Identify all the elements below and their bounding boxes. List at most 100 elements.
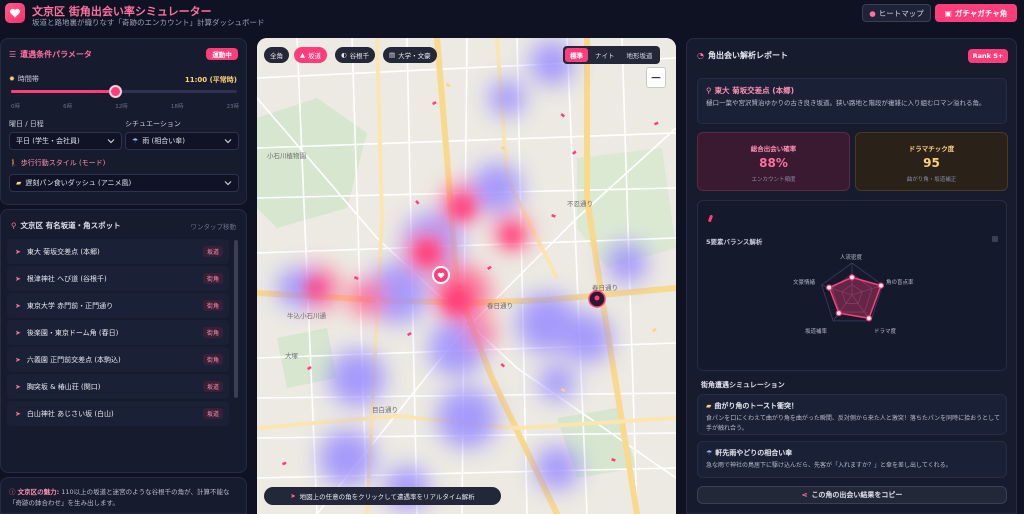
navigate-arrow-icon: ➤ <box>15 382 21 391</box>
mode-terrain[interactable]: 地形坂道 <box>622 48 658 62</box>
radar-axis-label: 角の盲点率 <box>886 280 914 286</box>
location-name: ⚲ 東大 菊坂交差点 (本郷) <box>706 85 794 96</box>
pin-icon: ⚲ <box>706 86 712 95</box>
simulation-body: 急な雨で神社の鳥居下に駆け込んだら、先客が「入れますか？」と傘を差し出してくれる… <box>706 462 952 469</box>
app-header: 文京区 街角出会い率シミュレーター 坂道と路地裏が織りなす「奇跡のエンカウント」… <box>0 0 1024 34</box>
chip-all-corners[interactable]: 全角 <box>264 47 289 63</box>
time-value: 11:00 (平常時) <box>184 76 237 84</box>
copy-result-button[interactable]: ⋖ この角の出会い結果をコピー <box>697 486 1007 504</box>
style-select[interactable]: ▰ 遅刻パン食いダッシュ (アニメ風) <box>9 174 239 192</box>
share-icon: ⋖ <box>801 491 808 499</box>
params-title: ☰ 遭遇条件パラメータ <box>9 49 92 60</box>
spot-tag: 街角 <box>202 354 223 365</box>
stat-sub: 曲がり角・坂道補正 <box>906 177 957 183</box>
spot-item[interactable]: ➤ 胸突坂 & 椿山荘 (関口) 坂道 <box>7 374 229 399</box>
navigate-arrow-icon: ➤ <box>15 274 21 283</box>
gacha-button[interactable]: ▣ ガチャガチャ角 <box>935 4 1017 22</box>
chip-label: 坂道 <box>308 52 321 60</box>
spot-item[interactable]: ➤ 後楽園・東京ドーム角 (春日) 街角 <box>7 320 229 345</box>
spots-hint: ワンタップ移動 <box>190 223 237 231</box>
simulation-head-text: 軒先雨やどりの相合い傘 <box>715 449 793 457</box>
pin-icon: ⚲ <box>11 221 17 230</box>
style-label-text: 歩行行動スタイル (モード) <box>20 159 106 167</box>
spot-tag: 坂道 <box>202 381 223 392</box>
time-slider-track[interactable] <box>11 90 237 93</box>
heatmap-button-label: ヒートマップ <box>878 8 924 18</box>
map-hint-banner: ➤ 地図上の任意の角をクリックして遭遇率をリアルタイム解析 <box>264 487 501 505</box>
day-select[interactable]: 平日 (学生・会社員) <box>9 132 122 150</box>
chip-label: 全角 <box>270 52 283 60</box>
spot-name: 後楽園・東京ドーム角 (春日) <box>26 328 119 337</box>
radar-card: 5要素バランス解析 人流密度 角の盲点率 ドラマ度 坂道補率 文豪情緒 <box>697 200 1007 371</box>
time-ticks: 0時 6時 12時 18時 23時 <box>11 102 239 110</box>
simulation-body: 食パンを口にくわえて曲がり角を曲がった瞬間、反対側から来た人と激突！落ちたパンを… <box>706 415 1001 432</box>
spot-list-scrollbar[interactable] <box>234 240 238 398</box>
zoom-out-button[interactable]: − <box>646 67 666 88</box>
report-panel: ◔ 角出会い解析レポート Rank S+ ⚲ 東大 菊坂交差点 (本郷) 樋口一… <box>686 38 1017 514</box>
situation-select[interactable]: ☂ 雨 (相合い傘) <box>125 132 239 150</box>
report-title-text: 角出会い解析レポート <box>707 51 788 60</box>
chevron-down-icon <box>224 181 232 186</box>
book-icon: ▤ <box>389 51 396 59</box>
map-view[interactable]: 小石川植物園 春日通り 春日通り 牛込小石川通 目白通り 不忍通り 大塚 全角 … <box>257 38 676 514</box>
tick: 18時 <box>170 104 184 110</box>
time-label: ✹ 時間帯 <box>9 74 39 84</box>
spot-tag: 街角 <box>202 327 223 338</box>
simulation-card: ☂ 軒先雨やどりの相合い傘 急な雨で神社の鳥居下に駆け込んだら、先客が「入れます… <box>697 441 1007 478</box>
map-label: 春日通り <box>592 284 618 292</box>
spot-item[interactable]: ➤ 六義園 正門前交差点 (本駒込) 街角 <box>7 347 229 372</box>
mode-standard[interactable]: 標準 <box>565 48 588 62</box>
spot-tag: 坂道 <box>202 246 223 257</box>
location-description: 樋口一葉や宮沢賢治ゆかりの古き良き坂道。狭い路地と階段が複雑に入り組むロマン溢れ… <box>706 99 986 107</box>
map-canvas[interactable] <box>257 38 676 514</box>
mode-night[interactable]: ナイト <box>590 48 620 62</box>
tick: 23時 <box>226 104 240 110</box>
chevron-down-icon <box>224 139 232 144</box>
map-mode-segment: 標準 ナイト 地形坂道 <box>563 46 660 64</box>
style-select-value: 遅刻パン食いダッシュ (アニメ風) <box>25 179 132 187</box>
radar-chart <box>821 262 885 322</box>
dice-icon: ▣ <box>944 8 952 18</box>
spots-title: ⚲ 文京区 有名坂道・角スポット <box>11 220 121 231</box>
slope-icon: ▲ <box>300 51 305 59</box>
status-badge: 運動中 <box>206 48 238 60</box>
radar-axis-label: ドラマ度 <box>874 329 897 335</box>
heart-logo-icon <box>5 3 25 23</box>
spot-item[interactable]: ➤ 東京大学 赤門前・正門通り 街角 <box>7 293 229 318</box>
heatmap-button[interactable]: ● ヒートマップ <box>862 4 931 22</box>
copy-result-label: この角の出会い結果をコピー <box>811 491 903 499</box>
navigate-arrow-icon: ➤ <box>15 247 21 256</box>
situation-select-value: 雨 (相合い傘) <box>142 137 185 145</box>
umbrella-icon: ☂ <box>706 449 713 457</box>
map-label: 小石川植物園 <box>267 152 306 160</box>
situation-label: シチュエーション <box>125 120 181 128</box>
location-pin-marker[interactable] <box>588 290 606 308</box>
chip-university[interactable]: ▤ 大学・文豪 <box>383 47 437 63</box>
map-label: 牛込小石川通 <box>287 312 326 320</box>
time-slider-fill <box>11 90 115 93</box>
encounter-probability-card: 総合出会い確率 88% エンカウント頻度 <box>697 132 850 191</box>
radar-point <box>826 284 833 291</box>
time-label-text: 時間帯 <box>17 75 39 83</box>
day-select-value: 平日 (学生・会社員) <box>16 137 80 145</box>
tick: 0時 <box>11 104 20 110</box>
info-icon: ⓘ <box>9 488 16 496</box>
spot-list: ➤ 東大 菊坂交差点 (本郷) 坂道 ➤ 根津神社 へび道 (谷根千) 街角 ➤ 東京大学 赤… <box>7 239 229 428</box>
spot-name: 根津神社 へび道 (谷根千) <box>26 274 107 283</box>
chip-yanesen[interactable]: ◐ 谷根千 <box>335 47 376 63</box>
spot-name: 東京大学 赤門前・正門通り <box>26 301 114 310</box>
tick: 12時 <box>115 104 128 110</box>
tick: 6時 <box>63 104 73 110</box>
spot-item[interactable]: ➤ 東大 菊坂交差点 (本郷) 坂道 <box>7 239 229 264</box>
spot-item[interactable]: ➤ 根津神社 へび道 (谷根千) 街角 <box>7 266 229 291</box>
selected-spot-marker[interactable] <box>432 266 450 284</box>
simulation-head-text: 曲がり角のトースト衝突！ <box>714 402 799 410</box>
day-label: 曜日 / 日程 <box>9 120 44 128</box>
time-slider-thumb[interactable] <box>108 85 122 98</box>
chip-slopes[interactable]: ▲ 坂道 <box>294 47 327 63</box>
navigate-arrow-icon: ➤ <box>15 301 21 310</box>
style-label: 🚶 歩行行動スタイル (モード) <box>9 158 105 168</box>
toast-icon: ▰ <box>706 402 712 410</box>
radar-axis-label: 文豪情緒 <box>793 280 816 286</box>
spot-item[interactable]: ➤ 白山神社 あじさい坂 (白山) 坂道 <box>7 401 229 426</box>
